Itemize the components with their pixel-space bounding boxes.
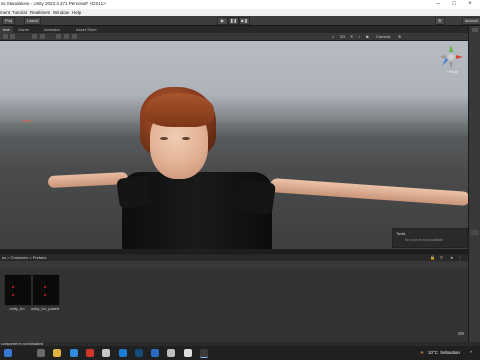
shading-mode-icon[interactable]: ◐	[332, 34, 334, 39]
weather-icon: ☀	[420, 350, 425, 355]
character-bangs	[144, 93, 214, 127]
account-button[interactable]: Proj	[2, 17, 16, 25]
app-icon[interactable]	[167, 349, 175, 357]
menu-bar: ment Tutorial Realtimes Window Help	[0, 9, 480, 16]
asset-label[interactable]: unity_bo_posed	[27, 306, 63, 311]
move-tool-icon[interactable]	[10, 34, 15, 39]
unity-editor-icon[interactable]	[200, 349, 208, 358]
editor-tab-bar: ene Game Animator Asset Store	[0, 26, 468, 33]
start-icon[interactable]	[4, 349, 12, 357]
tools-overlay-text: No custom tool available	[405, 238, 444, 242]
character-right-arm	[269, 178, 468, 206]
increment-icon[interactable]	[72, 34, 77, 39]
lighting-icon[interactable]: ☀	[350, 34, 354, 39]
photoshop-icon[interactable]	[135, 349, 143, 357]
gizmos-icon[interactable]: ⊕	[398, 34, 401, 39]
app-icon[interactable]	[151, 349, 159, 357]
notification-icon[interactable]: ^	[470, 350, 472, 355]
project-assets-area[interactable]: unity_bo unity_bo_posed	[0, 268, 468, 342]
horizon-band	[0, 123, 468, 137]
app-icon[interactable]	[119, 349, 127, 357]
tools-overlay-panel: Tools No custom tool available	[392, 228, 468, 248]
audio-icon[interactable]: ♪	[358, 34, 360, 39]
grid-icon[interactable]	[56, 34, 61, 39]
tab-asset-store[interactable]: Asset Store	[76, 26, 97, 33]
orientation-gizmo-icon[interactable]	[438, 44, 464, 70]
asset-thumbnail[interactable]	[4, 274, 32, 306]
lock-icon[interactable]: 🔒	[430, 255, 435, 260]
star-icon[interactable]: ★	[450, 255, 454, 260]
global-toggle-icon[interactable]	[40, 34, 45, 39]
snap-icon[interactable]	[64, 34, 69, 39]
tools-overlay-title: Tools	[396, 231, 406, 236]
cloud-button[interactable]: Lasud	[24, 17, 41, 25]
play-icon[interactable]: ▶	[217, 17, 228, 25]
file-explorer-icon[interactable]	[53, 349, 61, 357]
camera-icon[interactable]: ◙	[366, 34, 368, 39]
menu-item-tutorial[interactable]: Tutorial	[12, 10, 27, 15]
app-icon[interactable]	[86, 349, 94, 357]
pivot-toggle-icon[interactable]	[32, 34, 37, 39]
perspective-label[interactable]: < Persp	[438, 70, 466, 74]
right-eye	[182, 137, 190, 140]
layers-button[interactable]: ⚙	[435, 17, 445, 25]
os-taskbar: ☀ 10°C Sebastian ^	[0, 346, 480, 360]
main-toolbar: Proj Lasud ▶ ❚❚ ▶❚ ⚙ Account	[0, 16, 480, 26]
unity-icon[interactable]	[184, 349, 192, 357]
more-icon[interactable]: ⋮	[458, 255, 462, 260]
close-button[interactable]: ×	[464, 0, 476, 9]
scene-toolbar: ◐ 2D ☀ ♪ ◙ Camera ⊕	[0, 33, 468, 41]
pause-icon[interactable]: ❚❚	[228, 17, 239, 25]
menu-item-realtimes[interactable]: Realtimes	[30, 10, 50, 15]
task-view-icon[interactable]	[37, 349, 45, 357]
minimize-button[interactable]: –	[432, 0, 444, 9]
step-icon[interactable]: ▶❚	[239, 17, 250, 25]
filter-icon[interactable]: ⚲	[440, 255, 443, 260]
hand-tool-icon[interactable]	[3, 34, 8, 39]
maximize-button[interactable]: □	[448, 0, 460, 9]
tab-scene[interactable]: ene	[0, 26, 13, 33]
menu-item-window[interactable]: Window	[53, 10, 69, 15]
menu-item-component[interactable]: ment	[0, 10, 10, 15]
account-menu[interactable]: Account	[462, 17, 480, 25]
scene-viewport[interactable]: < Persp Tools No custom tool available	[0, 41, 468, 249]
camera-dropdown[interactable]: Camera	[376, 34, 390, 39]
left-eye	[160, 137, 168, 140]
edge-icon[interactable]	[70, 349, 78, 357]
2d-toggle-icon[interactable]: 2D	[340, 34, 345, 39]
character-left-sleeve	[116, 174, 152, 210]
tab-animator[interactable]: Animator	[44, 26, 60, 33]
project-breadcrumb[interactable]: ss > Character > Prefabs	[2, 255, 46, 260]
character-right-sleeve	[235, 178, 277, 216]
inspector-button[interactable]	[471, 230, 479, 235]
asset-thumbnail[interactable]	[32, 274, 60, 306]
menu-item-help[interactable]: Help	[72, 10, 81, 15]
weather-text[interactable]: Sebastian	[440, 350, 460, 355]
window-title: ss Standalone - Unity 2023.3.471 Persona…	[1, 1, 106, 6]
inspector-side-panel[interactable]	[468, 26, 480, 342]
character-mouth	[22, 120, 32, 122]
inspector-tab-icon[interactable]	[472, 28, 478, 32]
app-icon[interactable]	[102, 349, 110, 357]
title-bar: ss Standalone - Unity 2023.3.471 Persona…	[0, 0, 480, 9]
tab-game[interactable]: Game	[18, 26, 29, 33]
thumbnail-size-slider[interactable]	[458, 332, 464, 335]
weather-temp[interactable]: 10°C	[428, 350, 438, 355]
